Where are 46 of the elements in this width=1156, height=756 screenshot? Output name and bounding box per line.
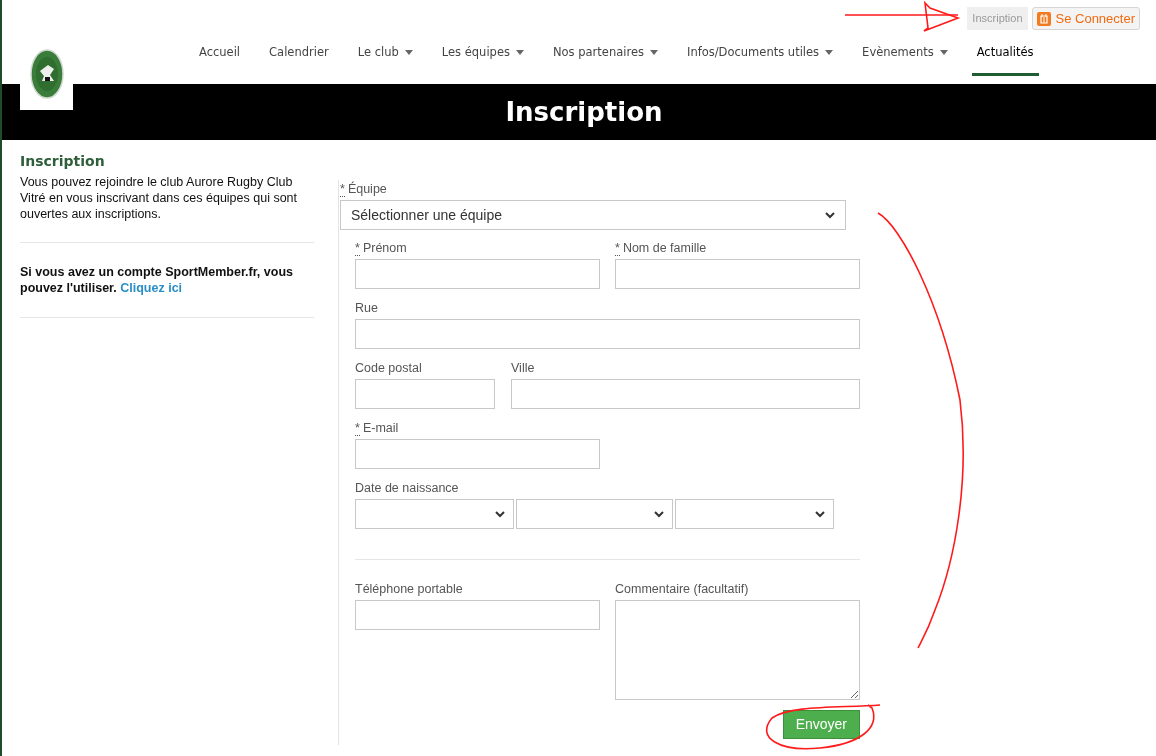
field-label: * Équipe	[340, 180, 388, 199]
field-label: Commentaire (facultatif)	[615, 581, 750, 598]
page-title: Inscription	[505, 95, 663, 129]
nav-link[interactable]: Le club	[352, 39, 418, 76]
nav-link[interactable]: Accueil	[194, 39, 246, 76]
input-field[interactable]	[615, 259, 860, 289]
nav-link[interactable]: Evènements	[857, 39, 953, 76]
field-label: * Prénom	[355, 240, 408, 258]
input-field[interactable]	[355, 259, 600, 289]
chevron-icon	[825, 211, 835, 219]
sidebar-heading: Inscription	[20, 152, 106, 171]
input-field[interactable]	[511, 379, 860, 409]
sidebar-text: Vous pouvez rejoindre le club Aurore Rugby Club Vitré en vous inscrivant dans ces équipes qui sont ouvertes aux inscriptions.	[20, 174, 314, 243]
nav-link[interactable]: Les équipes	[436, 39, 529, 76]
chevron-icon	[495, 510, 505, 518]
date-select[interactable]	[675, 499, 834, 529]
field-label: * Nom de famille	[615, 240, 708, 258]
input-field[interactable]	[355, 600, 600, 630]
field-label: Rue	[355, 300, 379, 317]
nav-link[interactable]: Nos partenaires	[547, 39, 663, 76]
caret-icon	[404, 49, 413, 55]
field-label: * E-mail	[355, 420, 400, 438]
nav-link[interactable]: Actualités	[971, 39, 1039, 76]
calendar-icon	[1036, 11, 1051, 26]
field-label: Ville	[511, 360, 536, 377]
nav-link[interactable]: Infos/Documents utiles	[682, 39, 839, 76]
caret-icon	[650, 49, 658, 55]
input-field[interactable]	[355, 379, 495, 409]
caret-icon	[515, 49, 524, 55]
input-field[interactable]	[355, 319, 860, 349]
nav-link[interactable]: Calendrier	[264, 39, 334, 76]
team-select[interactable]: Sélectionner une équipe	[340, 200, 846, 230]
comment-field[interactable]	[615, 600, 860, 700]
input-field[interactable]	[355, 439, 600, 469]
caret-icon	[939, 49, 948, 55]
login-link[interactable]: Cliquez ici	[120, 281, 183, 295]
field-label: Téléphone portable	[355, 581, 464, 598]
date-select[interactable]	[355, 499, 514, 529]
date-select[interactable]	[516, 499, 673, 529]
chevron-icon	[815, 510, 825, 518]
field-label: Date de naissance	[355, 480, 460, 497]
club-logo[interactable]	[29, 49, 64, 99]
chevron-icon	[654, 510, 664, 518]
caret-icon	[825, 49, 834, 55]
field-label: Code postal	[355, 360, 423, 377]
account-text: Si vous avez un compte SportMember.fr, vous pouvez l'utiliser. Cliquez ici	[20, 243, 314, 318]
